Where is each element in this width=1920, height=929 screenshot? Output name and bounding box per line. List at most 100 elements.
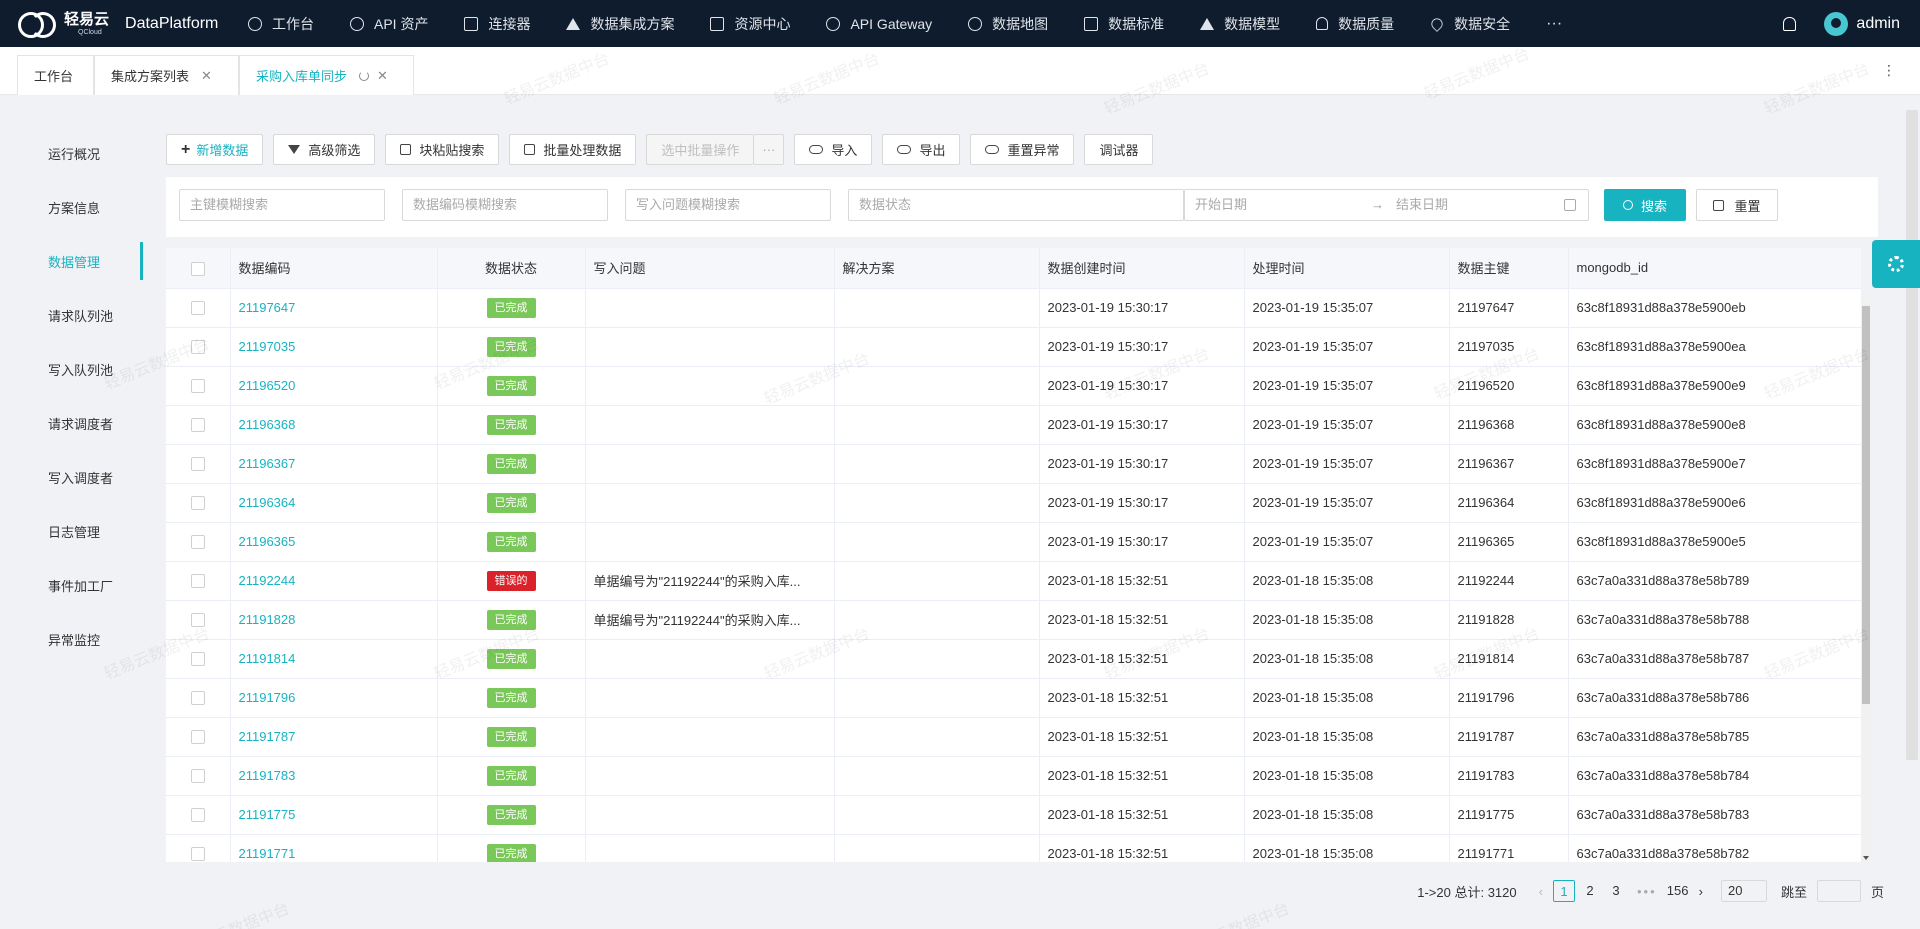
tab-solution-list[interactable]: 集成方案列表 ✕ — [94, 55, 239, 95]
paste-search-button[interactable]: 块粘贴搜索 — [385, 134, 500, 165]
sidebar-item-2[interactable]: 数据管理 — [48, 252, 100, 271]
table-row[interactable]: 21191771 已完成 2023-01-18 15:32:51 2023-01-18… — [166, 834, 1861, 862]
table-row[interactable]: 21196368 已完成 2023-01-19 15:30:17 2023-01-19… — [166, 405, 1861, 445]
nav-item-7[interactable]: 数据标准 — [1066, 0, 1182, 47]
page-2[interactable]: 2 — [1579, 880, 1601, 902]
add-data-button[interactable]: + 新增数据 — [166, 134, 264, 165]
row-checkbox[interactable] — [190, 418, 205, 433]
import-button[interactable]: 导入 — [794, 134, 873, 165]
row-checkbox[interactable] — [190, 457, 205, 472]
nav-item-9[interactable]: 数据质量 — [1298, 0, 1412, 47]
code-search-input[interactable]: 数据编码模糊搜索 — [402, 189, 608, 221]
scroll-down-icon[interactable] — [1863, 856, 1869, 860]
data-code-link[interactable]: 21191787 — [239, 729, 296, 744]
logo[interactable]: 轻易云 QCloud DataPlatform — [0, 8, 230, 40]
data-code-link[interactable]: 21196368 — [239, 417, 296, 432]
row-checkbox[interactable] — [190, 847, 205, 862]
table-row[interactable]: 21191775 已完成 2023-01-18 15:32:51 2023-01-18… — [166, 795, 1861, 835]
search-button[interactable]: 搜索 — [1604, 189, 1686, 221]
page-ellipsis[interactable]: ••• — [1637, 884, 1657, 899]
sidebar-item-5[interactable]: 请求调度者 — [48, 414, 113, 433]
sidebar-item-7[interactable]: 日志管理 — [48, 522, 100, 541]
nav-more-button[interactable]: ··· — [1528, 15, 1580, 33]
sidebar-item-0[interactable]: 运行概况 — [48, 144, 100, 163]
data-code-link[interactable]: 21191783 — [239, 768, 296, 783]
row-checkbox[interactable] — [190, 652, 205, 667]
avatar[interactable] — [1824, 11, 1849, 36]
date-range-picker[interactable]: 开始日期 → 结束日期 — [1184, 189, 1589, 221]
close-icon[interactable]: ✕ — [377, 68, 388, 84]
username[interactable]: admin — [1856, 15, 1900, 33]
row-checkbox[interactable] — [190, 730, 205, 745]
tab-workbench[interactable]: 工作台 — [17, 55, 94, 95]
table-row[interactable]: 21196365 已完成 2023-01-19 15:30:17 2023-01-19… — [166, 522, 1861, 562]
row-checkbox[interactable] — [190, 574, 205, 589]
sidebar-item-8[interactable]: 事件加工厂 — [48, 576, 113, 595]
export-button[interactable]: 导出 — [882, 134, 961, 165]
table-row[interactable]: 21192244 错误的 单据编号为"21192244"的采购入库... 2023-0… — [166, 561, 1861, 601]
key-search-input[interactable]: 主键模糊搜索 — [179, 189, 385, 221]
table-row[interactable]: 21197035 已完成 2023-01-19 15:30:17 2023-01-19… — [166, 327, 1861, 367]
row-checkbox[interactable] — [190, 301, 205, 316]
advanced-filter-button[interactable]: 高级筛选 — [273, 134, 376, 165]
select-all-checkbox[interactable] — [190, 261, 205, 276]
col-mongo[interactable]: mongodb_id — [1568, 248, 1861, 289]
col-status[interactable]: 数据状态 — [437, 248, 586, 289]
close-icon[interactable]: ✕ — [201, 68, 212, 84]
data-code-link[interactable]: 21197647 — [239, 300, 296, 315]
page-scrollbar[interactable] — [1906, 110, 1918, 760]
row-checkbox[interactable] — [190, 535, 205, 550]
row-checkbox[interactable] — [190, 769, 205, 784]
nav-item-6[interactable]: 数据地图 — [950, 0, 1066, 47]
data-code-link[interactable]: 21191775 — [239, 807, 296, 822]
nav-item-3[interactable]: 数据集成方案 — [548, 0, 692, 47]
data-code-link[interactable]: 21191814 — [239, 651, 296, 666]
data-code-link[interactable]: 21192244 — [239, 573, 296, 588]
col-code[interactable]: 数据编码 — [230, 248, 438, 289]
data-code-link[interactable]: 21196367 — [239, 456, 296, 471]
page-size-select[interactable]: 20 — [1720, 880, 1767, 902]
status-select[interactable]: 数据状态 — [848, 189, 1184, 221]
refresh-icon[interactable] — [359, 70, 370, 81]
col-key[interactable]: 数据主键 — [1449, 248, 1569, 289]
nav-item-2[interactable]: 连接器 — [446, 0, 548, 47]
page-3[interactable]: 3 — [1605, 880, 1627, 902]
settings-float-button[interactable] — [1872, 240, 1920, 288]
batch-process-button[interactable]: 批量处理数据 — [509, 134, 637, 165]
prev-page-icon[interactable]: ‹ — [1539, 884, 1543, 899]
jump-input[interactable] — [1816, 880, 1861, 902]
reset-error-button[interactable]: 重置异常 — [970, 134, 1075, 165]
table-row[interactable]: 21196367 已完成 2023-01-19 15:30:17 2023-01-19… — [166, 444, 1861, 484]
data-code-link[interactable]: 21196365 — [239, 534, 296, 549]
col-solution[interactable]: 解决方案 — [834, 248, 1040, 289]
next-page-icon[interactable]: › — [1699, 884, 1703, 899]
reset-button[interactable]: 重置 — [1696, 189, 1778, 221]
data-code-link[interactable]: 21197035 — [239, 339, 296, 354]
scrollbar-thumb[interactable] — [1862, 306, 1870, 704]
col-created[interactable]: 数据创建时间 — [1039, 248, 1245, 289]
table-row[interactable]: 21191796 已完成 2023-01-18 15:32:51 2023-01-18… — [166, 678, 1861, 718]
table-scrollbar[interactable] — [1861, 298, 1871, 862]
table-row[interactable]: 21197647 已完成 2023-01-19 15:30:17 2023-01-19… — [166, 288, 1861, 328]
sidebar-item-6[interactable]: 写入调度者 — [48, 468, 113, 487]
debugger-button[interactable]: 调试器 — [1084, 134, 1154, 165]
tab-purchase-sync[interactable]: 采购入库单同步 ✕ — [239, 55, 414, 95]
page-last[interactable]: 156 — [1667, 880, 1689, 902]
table-row[interactable]: 21191814 已完成 2023-01-18 15:32:51 2023-01-18… — [166, 639, 1861, 679]
table-row[interactable]: 21196364 已完成 2023-01-19 15:30:17 2023-01-19… — [166, 483, 1861, 523]
col-processed[interactable]: 处理时间 — [1244, 248, 1450, 289]
table-row[interactable]: 21196520 已完成 2023-01-19 15:30:17 2023-01-19… — [166, 366, 1861, 406]
nav-item-4[interactable]: 资源中心 — [692, 0, 808, 47]
batch-more-button[interactable]: ··· — [753, 134, 785, 165]
sidebar-item-4[interactable]: 写入队列池 — [48, 360, 113, 379]
table-row[interactable]: 21191828 已完成 单据编号为"21192244"的采购入库... 2023-0… — [166, 600, 1861, 640]
nav-item-10[interactable]: 数据安全 — [1412, 0, 1528, 47]
nav-item-5[interactable]: API Gateway — [808, 0, 950, 47]
row-checkbox[interactable] — [190, 379, 205, 394]
nav-item-8[interactable]: 数据模型 — [1182, 0, 1298, 47]
col-issue[interactable]: 写入问题 — [585, 248, 835, 289]
sidebar-item-1[interactable]: 方案信息 — [48, 198, 100, 217]
row-checkbox[interactable] — [190, 340, 205, 355]
data-code-link[interactable]: 21196364 — [239, 495, 296, 510]
tab-menu-icon[interactable]: ⋮ — [1882, 62, 1896, 79]
